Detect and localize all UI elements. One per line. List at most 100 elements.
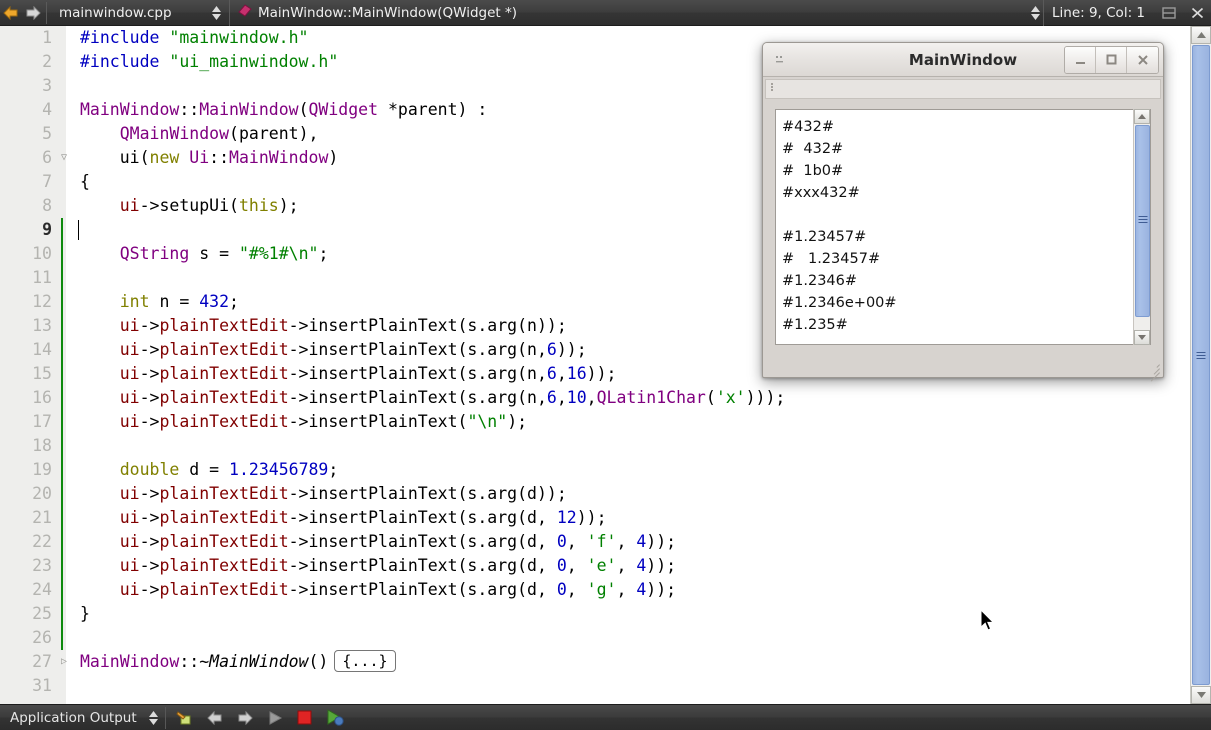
code-token: ::	[179, 652, 200, 671]
dialog-toolbar[interactable]	[765, 79, 1161, 99]
line-number: 25	[32, 604, 52, 623]
symbol-selector-chevron-icon[interactable]	[1029, 1, 1043, 25]
stop-icon[interactable]	[290, 705, 320, 730]
forward-arrow-icon[interactable]	[22, 0, 44, 26]
code-token: ->	[139, 340, 160, 359]
code-token: 'g'	[586, 580, 617, 599]
code-line[interactable]: 21 ui->plainTextEdit->insertPlainText(s.…	[0, 506, 1190, 530]
output-pane-label[interactable]: Application Output	[0, 710, 147, 726]
editor-vertical-scrollbar[interactable]	[1190, 26, 1211, 704]
code-token: ->	[139, 484, 160, 503]
code-token: 6	[546, 388, 557, 407]
open-file-name: mainwindow.cpp	[59, 4, 172, 21]
fold-marker-icon[interactable]: ▽	[58, 149, 70, 167]
code-token: ,	[616, 532, 637, 551]
line-number: 12	[32, 292, 52, 311]
line-number: 16	[32, 388, 52, 407]
code-token: plainTextEdit	[159, 340, 289, 359]
plain-text-edit-scrollbar-thumb[interactable]	[1135, 125, 1150, 317]
code-token: ,	[566, 532, 587, 551]
plain-text-edit[interactable]: #432# # 432# # 1b0# #xxx432# #1.23457# #…	[775, 109, 1151, 345]
line-number: 7	[42, 172, 52, 191]
code-line-text: ui->plainTextEdit->insertPlainText(s.arg…	[80, 482, 567, 506]
file-selector-chevron-icon[interactable]	[209, 1, 223, 25]
rerun-icon[interactable]	[320, 705, 350, 730]
code-token: ->insertPlainText(	[288, 412, 468, 431]
toolbar-divider	[46, 1, 47, 24]
code-line[interactable]: 18	[0, 434, 1190, 458]
code-token: ;	[328, 460, 339, 479]
code-token: ui	[80, 196, 140, 215]
code-token: ui	[80, 580, 140, 599]
dialog-titlebar[interactable]: MainWindow	[763, 43, 1163, 77]
code-line[interactable]: 25}	[0, 602, 1190, 626]
code-line[interactable]: 31	[0, 674, 1190, 698]
fold-marker-icon[interactable]: ▷	[58, 653, 70, 671]
code-token: double	[119, 460, 180, 479]
code-line-text: ui->plainTextEdit->insertPlainText(s.arg…	[80, 554, 676, 578]
next-item-icon[interactable]	[230, 705, 260, 730]
code-token: "\n"	[467, 412, 508, 431]
code-line-text: ui->plainTextEdit->insertPlainText(s.arg…	[80, 530, 676, 554]
open-file-selector[interactable]: mainwindow.cpp	[49, 0, 229, 26]
code-line-text: {	[80, 170, 90, 194]
line-number: 2	[42, 52, 52, 71]
code-token: ;	[229, 292, 239, 311]
code-token: ->	[139, 316, 160, 335]
line-number: 26	[32, 628, 52, 647]
line-number: 19	[32, 460, 52, 479]
clear-output-icon[interactable]	[170, 705, 200, 730]
code-line[interactable]: 19 double d = 1.23456789;	[0, 458, 1190, 482]
line-column-indicator[interactable]: Line: 9, Col: 1	[1042, 0, 1155, 26]
mainwindow-dialog[interactable]: MainWindow #432# # 432# # 1b0# #xxx432# …	[762, 42, 1164, 382]
code-token: ,	[556, 388, 567, 407]
code-line[interactable]: 27 ▷ MainWindow::~MainWindow() {...}	[0, 650, 1190, 674]
split-editor-icon[interactable]	[1155, 0, 1183, 26]
code-token: new	[149, 148, 180, 167]
scroll-up-icon[interactable]	[1134, 109, 1150, 124]
code-token: )	[328, 148, 339, 167]
code-line[interactable]: 20 ui->plainTextEdit->insertPlainText(s.…	[0, 482, 1190, 506]
line-number: 14	[32, 340, 52, 359]
toolbar-grip-icon[interactable]	[769, 82, 779, 96]
dialog-resize-grip-icon[interactable]	[1147, 361, 1160, 382]
run-icon[interactable]	[260, 705, 290, 730]
dialog-body: #432# # 432# # 1b0# #xxx432# #1.23457# #…	[765, 101, 1161, 357]
code-token: ));	[646, 580, 677, 599]
code-line[interactable]: 23 ui->plainTextEdit->insertPlainText(s.…	[0, 554, 1190, 578]
previous-item-icon[interactable]	[200, 705, 230, 730]
scroll-up-icon[interactable]	[1191, 26, 1211, 44]
collapsed-block-indicator[interactable]: {...}	[334, 650, 396, 672]
text-cursor	[78, 220, 79, 240]
code-token: );	[507, 412, 528, 431]
line-number: 23	[32, 556, 52, 575]
code-token: ui(	[80, 148, 150, 167]
code-line[interactable]: 24 ui->plainTextEdit->insertPlainText(s.…	[0, 578, 1190, 602]
code-line-text: QString s = "#%1#\n";	[80, 242, 329, 266]
scroll-down-icon[interactable]	[1134, 330, 1150, 345]
scrollbar-thumb[interactable]	[1192, 45, 1210, 685]
code-line[interactable]: 16 ui->plainTextEdit->insertPlainText(s.…	[0, 386, 1190, 410]
back-arrow-icon[interactable]	[0, 0, 22, 26]
code-line[interactable]: 26	[0, 626, 1190, 650]
code-line-text: MainWindow::~MainWindow() {...}	[80, 650, 396, 674]
close-editor-icon[interactable]	[1183, 0, 1211, 26]
code-token: 0	[556, 532, 567, 551]
code-line-text: ui->plainTextEdit->insertPlainText(s.arg…	[80, 362, 617, 386]
code-line[interactable]: 22 ui->plainTextEdit->insertPlainText(s.…	[0, 530, 1190, 554]
output-pane-chevron-icon[interactable]	[147, 706, 161, 730]
symbol-selector[interactable]: MainWindow::MainWindow(QWidget *)	[229, 0, 525, 26]
code-token: 'x'	[715, 388, 746, 407]
code-line-text: #include "mainwindow.h"	[80, 26, 308, 50]
code-line[interactable]: 17 ui->plainTextEdit->insertPlainText("\…	[0, 410, 1190, 434]
plain-text-edit-scrollbar[interactable]	[1133, 109, 1150, 345]
code-token: ui	[80, 484, 140, 503]
code-token: ->	[139, 388, 160, 407]
code-token: plainTextEdit	[159, 556, 289, 575]
code-token: QString	[119, 244, 190, 263]
code-line-text: ui->setupUi(this);	[80, 194, 299, 218]
scroll-down-icon[interactable]	[1191, 686, 1211, 704]
code-token: 10	[566, 388, 587, 407]
